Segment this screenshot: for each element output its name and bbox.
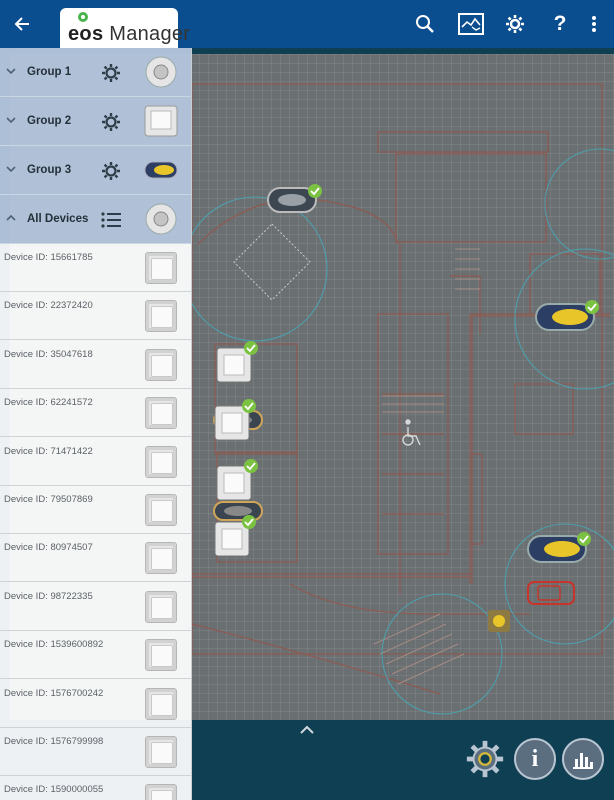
device-row[interactable]: Device ID: 1590000055 <box>0 776 191 800</box>
arrow-left-icon <box>14 17 29 31</box>
device-id-label: Device ID: 35047618 <box>4 348 93 360</box>
device-id-label: Device ID: 1576799998 <box>4 736 104 747</box>
device-id-label: Device ID: 22372420 <box>4 300 93 312</box>
gear-icon[interactable] <box>100 160 122 182</box>
device-thumbnail <box>145 348 177 381</box>
device-thumbnail <box>145 494 177 526</box>
back-button[interactable] <box>6 8 38 40</box>
device-thumbnail <box>145 445 177 478</box>
map-button[interactable] <box>456 10 486 38</box>
device-row[interactable]: Device ID: 1576799998 <box>0 728 191 776</box>
chevron-down-icon[interactable] <box>4 64 18 78</box>
map-settings-button[interactable] <box>464 738 506 780</box>
settings-button[interactable] <box>501 10 529 38</box>
device-thumbnail <box>145 639 177 672</box>
device-thumbnail <box>145 252 177 284</box>
gear-icon[interactable] <box>100 62 122 84</box>
logo-suffix: Manager <box>109 23 191 45</box>
help-button[interactable]: ? <box>546 10 574 38</box>
leaf-icon <box>78 12 88 22</box>
group-thumbnail <box>144 154 178 186</box>
device-thumbnail <box>145 300 177 333</box>
search-icon <box>416 15 434 33</box>
device-row[interactable]: Device ID: 98722335 <box>0 583 191 631</box>
chevron-up-icon[interactable] <box>4 211 18 225</box>
group-thumbnail <box>144 56 178 88</box>
group-label: Group 1 <box>27 66 72 78</box>
group-row[interactable]: Group 1 <box>0 48 191 97</box>
gear-icon[interactable] <box>100 111 122 133</box>
device-row[interactable]: Device ID: 35047618 <box>0 341 191 389</box>
device-thumbnail <box>145 590 177 623</box>
device-thumbnail <box>145 542 177 575</box>
logo-word: eos <box>68 23 104 45</box>
device-row[interactable]: Device ID: 15661785 <box>0 244 191 292</box>
info-button[interactable]: i <box>514 738 556 780</box>
device-id-label: Device ID: 1539600892 <box>4 639 104 651</box>
device-id-label: Device ID: 80974507 <box>4 542 93 554</box>
bar-chart-icon <box>573 753 593 769</box>
group-label: Group 2 <box>27 115 72 127</box>
app-logo: eos Manager <box>60 8 190 48</box>
gear-icon <box>506 15 524 33</box>
chevron-up-icon <box>300 725 314 734</box>
device-thumbnail <box>145 736 177 768</box>
map-device-markers <box>213 184 599 632</box>
device-row[interactable]: Device ID: 62241572 <box>0 389 191 438</box>
stats-button[interactable] <box>562 738 604 780</box>
device-thumbnail <box>145 687 177 720</box>
device-row[interactable]: Device ID: 79507869 <box>0 486 191 534</box>
device-id-label: Device ID: 62241572 <box>4 397 93 409</box>
search-button[interactable] <box>411 10 439 38</box>
device-thumbnail <box>145 784 177 800</box>
gear-icon <box>466 740 504 778</box>
group-thumbnail <box>144 203 178 235</box>
device-row[interactable]: Device ID: 1539600892 <box>0 631 191 680</box>
list-icon[interactable] <box>100 209 122 231</box>
group-row[interactable]: All Devices <box>0 195 191 244</box>
device-id-label: Device ID: 98722335 <box>4 590 93 602</box>
device-row[interactable]: Device ID: 80974507 <box>0 534 191 583</box>
group-thumbnail <box>144 105 178 137</box>
more-vert-icon <box>592 16 596 32</box>
device-panel: Group 1 Group 2 Group 3 All Devices Device … <box>0 48 192 800</box>
group-row[interactable]: Group 2 <box>0 97 191 146</box>
device-row[interactable]: Device ID: 22372420 <box>0 292 191 341</box>
group-label: Group 3 <box>27 164 72 176</box>
device-id-label: Device ID: 71471422 <box>4 445 93 457</box>
info-icon: i <box>531 745 539 772</box>
device-id-label: Device ID: 1576700242 <box>4 687 104 699</box>
device-row[interactable]: Device ID: 1576700242 <box>0 680 191 728</box>
device-id-label: Device ID: 1590000055 <box>4 784 104 796</box>
group-label: All Devices <box>27 213 89 225</box>
app-bar: eos Manager ? <box>0 0 614 48</box>
device-id-label: Device ID: 79507869 <box>4 494 93 505</box>
device-id-label: Device ID: 15661785 <box>4 252 93 263</box>
expand-button[interactable] <box>296 722 318 738</box>
chevron-down-icon[interactable] <box>4 162 18 176</box>
map-icon <box>458 13 484 35</box>
group-row[interactable]: Group 3 <box>0 146 191 195</box>
device-thumbnail <box>145 397 177 430</box>
device-row[interactable]: Device ID: 71471422 <box>0 438 191 486</box>
overflow-menu-button[interactable] <box>584 10 604 38</box>
chevron-down-icon[interactable] <box>4 113 18 127</box>
